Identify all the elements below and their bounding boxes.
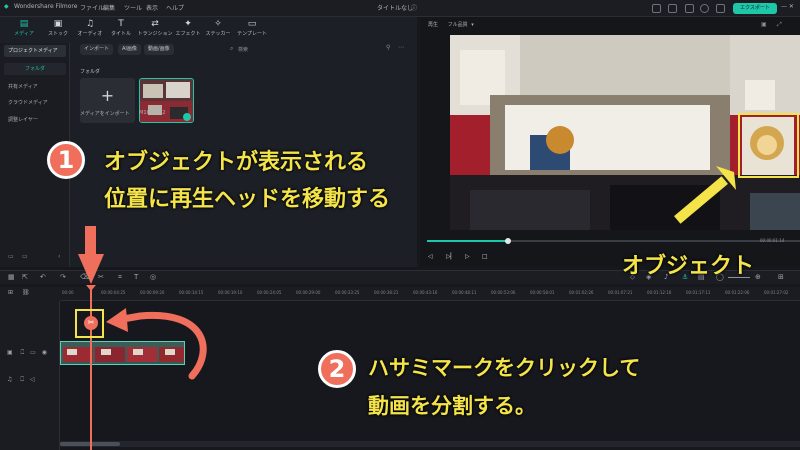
step1-arrow-head — [78, 254, 104, 284]
object-arrow-shaft — [674, 176, 728, 224]
step1-line1: オブジェクトが表示される — [104, 150, 369, 175]
step2-badge: 2 — [318, 350, 356, 388]
step1-badge: 1 — [47, 141, 85, 179]
step2-arrow-head — [106, 308, 128, 332]
object-label: オブジェクト — [622, 254, 755, 279]
step2-line1: ハサミマークをクリックして — [368, 356, 641, 380]
annotation-arrows — [78, 166, 736, 380]
step1-line2: 位置に再生ヘッドを移動する — [104, 187, 391, 212]
step2-line2: 動画を分割する。 — [368, 394, 536, 418]
step1-arrow-shaft — [85, 226, 96, 256]
step2-curved-arrow — [113, 311, 207, 380]
